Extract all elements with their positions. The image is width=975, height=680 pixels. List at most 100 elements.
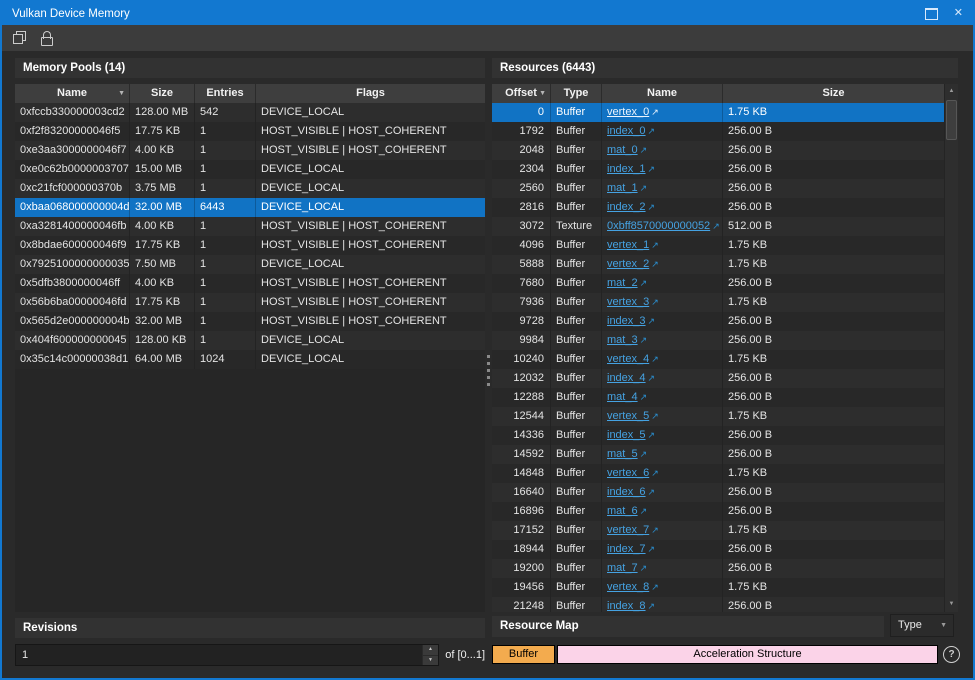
resource-map-segment-buffer[interactable]: Buffer xyxy=(492,645,555,664)
resource-link[interactable]: index_7 xyxy=(607,543,646,555)
resource-link[interactable]: vertex_1 xyxy=(607,239,649,251)
go-to-icon[interactable]: ↗ xyxy=(648,544,656,554)
resource-row[interactable]: 1792Bufferindex_0↗256.00 B xyxy=(492,122,944,141)
resource-link[interactable]: mat_6 xyxy=(607,505,638,517)
resource-row[interactable]: 10240Buffervertex_4↗1.75 KB xyxy=(492,350,944,369)
resource-map-segment-acceleration-structure[interactable]: Acceleration Structure xyxy=(557,645,938,664)
help-icon[interactable]: ? xyxy=(943,646,960,663)
duplicate-view-icon[interactable] xyxy=(11,29,29,47)
panel-splitter-handle[interactable] xyxy=(486,355,491,397)
resource-link[interactable]: vertex_3 xyxy=(607,296,649,308)
title-bar[interactable]: Vulkan Device Memory ✕ xyxy=(2,2,973,25)
resource-row[interactable]: 9728Bufferindex_3↗256.00 B xyxy=(492,312,944,331)
column-header-type[interactable]: Type xyxy=(551,84,602,103)
go-to-icon[interactable]: ↗ xyxy=(651,468,659,478)
memory-pool-row[interactable]: 0x35c14c00000038d164.00 MB1024DEVICE_LOC… xyxy=(15,350,485,369)
go-to-icon[interactable]: ↗ xyxy=(640,335,648,345)
resource-row[interactable]: 9984Buffermat_3↗256.00 B xyxy=(492,331,944,350)
revision-spinbox[interactable]: 1 ▲ ▼ xyxy=(15,644,439,666)
resource-link[interactable]: index_1 xyxy=(607,163,646,175)
column-header-size[interactable]: Size xyxy=(723,84,944,103)
go-to-icon[interactable]: ↗ xyxy=(648,430,656,440)
scrollbar-track[interactable] xyxy=(945,140,958,597)
column-header-flags[interactable]: Flags xyxy=(256,84,485,103)
resource-row[interactable]: 7936Buffervertex_3↗1.75 KB xyxy=(492,293,944,312)
scrollbar-thumb[interactable] xyxy=(946,100,957,140)
memory-pool-row[interactable]: 0x404f600000000045128.00 KB1DEVICE_LOCAL xyxy=(15,331,485,350)
memory-pool-row[interactable]: 0xc21fcf000000370b3.75 MB1DEVICE_LOCAL xyxy=(15,179,485,198)
go-to-icon[interactable]: ↗ xyxy=(640,506,648,516)
resource-link[interactable]: mat_4 xyxy=(607,391,638,403)
resource-row[interactable]: 19456Buffervertex_8↗1.75 KB xyxy=(492,578,944,597)
memory-pool-row[interactable]: 0xe0c62b000000370715.00 MB1DEVICE_LOCAL xyxy=(15,160,485,179)
go-to-icon[interactable]: ↗ xyxy=(648,202,656,212)
memory-pool-row[interactable]: 0x5dfb3800000046ff4.00 KB1HOST_VISIBLE |… xyxy=(15,274,485,293)
column-header-name[interactable]: Name ▼ xyxy=(15,84,130,103)
column-header-name[interactable]: Name xyxy=(602,84,723,103)
go-to-icon[interactable]: ↗ xyxy=(651,107,659,117)
lock-icon[interactable] xyxy=(38,29,56,47)
go-to-icon[interactable]: ↗ xyxy=(651,240,659,250)
go-to-icon[interactable]: ↗ xyxy=(640,183,648,193)
go-to-icon[interactable]: ↗ xyxy=(651,259,659,269)
resource-row[interactable]: 18944Bufferindex_7↗256.00 B xyxy=(492,540,944,559)
resource-link[interactable]: vertex_5 xyxy=(607,410,649,422)
resource-row[interactable]: 12288Buffermat_4↗256.00 B xyxy=(492,388,944,407)
resource-link[interactable]: vertex_0 xyxy=(607,106,649,118)
resource-link[interactable]: index_6 xyxy=(607,486,646,498)
go-to-icon[interactable]: ↗ xyxy=(648,164,656,174)
go-to-icon[interactable]: ↗ xyxy=(712,221,720,231)
go-to-icon[interactable]: ↗ xyxy=(640,449,648,459)
resource-link[interactable]: mat_0 xyxy=(607,144,638,156)
resource-row[interactable]: 3072Texture0xbff8570000000052↗512.00 B xyxy=(492,217,944,236)
resource-row[interactable]: 16640Bufferindex_6↗256.00 B xyxy=(492,483,944,502)
go-to-icon[interactable]: ↗ xyxy=(651,411,659,421)
resource-map-type-dropdown[interactable]: Type ▼ xyxy=(890,614,954,637)
resource-link[interactable]: mat_2 xyxy=(607,277,638,289)
go-to-icon[interactable]: ↗ xyxy=(648,487,656,497)
go-to-icon[interactable]: ↗ xyxy=(648,316,656,326)
resource-link[interactable]: mat_5 xyxy=(607,448,638,460)
resource-row[interactable]: 2560Buffermat_1↗256.00 B xyxy=(492,179,944,198)
resource-link[interactable]: index_5 xyxy=(607,429,646,441)
spin-up-icon[interactable]: ▲ xyxy=(423,645,438,655)
resource-row[interactable]: 0Buffervertex_0↗1.75 KB xyxy=(492,103,944,122)
go-to-icon[interactable]: ↗ xyxy=(648,601,656,611)
column-header-entries[interactable]: Entries xyxy=(195,84,256,103)
resource-link[interactable]: vertex_7 xyxy=(607,524,649,536)
resource-row[interactable]: 2048Buffermat_0↗256.00 B xyxy=(492,141,944,160)
resource-link[interactable]: index_3 xyxy=(607,315,646,327)
resource-row[interactable]: 14848Buffervertex_6↗1.75 KB xyxy=(492,464,944,483)
resource-row[interactable]: 5888Buffervertex_2↗1.75 KB xyxy=(492,255,944,274)
memory-pool-row[interactable]: 0x79251000000000357.50 MB1DEVICE_LOCAL xyxy=(15,255,485,274)
memory-pool-row[interactable]: 0xf2f83200000046f517.75 KB1HOST_VISIBLE … xyxy=(15,122,485,141)
resource-row[interactable]: 14336Bufferindex_5↗256.00 B xyxy=(492,426,944,445)
go-to-icon[interactable]: ↗ xyxy=(651,297,659,307)
resource-link[interactable]: 0xbff8570000000052 xyxy=(607,220,710,232)
resource-row[interactable]: 16896Buffermat_6↗256.00 B xyxy=(492,502,944,521)
resources-scrollbar[interactable]: ▲ ▼ xyxy=(944,84,958,612)
resource-link[interactable]: index_8 xyxy=(607,600,646,612)
resource-row[interactable]: 7680Buffermat_2↗256.00 B xyxy=(492,274,944,293)
restore-icon[interactable] xyxy=(925,8,938,20)
column-header-size[interactable]: Size xyxy=(130,84,195,103)
go-to-icon[interactable]: ↗ xyxy=(651,354,659,364)
go-to-icon[interactable]: ↗ xyxy=(640,278,648,288)
resource-row[interactable]: 17152Buffervertex_7↗1.75 KB xyxy=(492,521,944,540)
column-header-offset[interactable]: Offset ▼ xyxy=(492,84,551,103)
memory-pool-row[interactable]: 0x8bdae600000046f917.75 KB1HOST_VISIBLE … xyxy=(15,236,485,255)
resource-link[interactable]: mat_7 xyxy=(607,562,638,574)
resource-link[interactable]: vertex_4 xyxy=(607,353,649,365)
memory-pool-row[interactable]: 0xbaa068000000004d32.00 MB6443DEVICE_LOC… xyxy=(15,198,485,217)
memory-pool-row[interactable]: 0xfccb330000003cd2128.00 MB542DEVICE_LOC… xyxy=(15,103,485,122)
resource-row[interactable]: 2304Bufferindex_1↗256.00 B xyxy=(492,160,944,179)
scroll-up-icon[interactable]: ▲ xyxy=(945,84,958,99)
resource-link[interactable]: vertex_8 xyxy=(607,581,649,593)
resource-row[interactable]: 4096Buffervertex_1↗1.75 KB xyxy=(492,236,944,255)
spin-down-icon[interactable]: ▼ xyxy=(423,655,438,666)
resource-link[interactable]: mat_1 xyxy=(607,182,638,194)
go-to-icon[interactable]: ↗ xyxy=(648,126,656,136)
go-to-icon[interactable]: ↗ xyxy=(648,373,656,383)
revision-value[interactable]: 1 xyxy=(16,645,422,665)
memory-pool-row[interactable]: 0xa3281400000046fb4.00 KB1HOST_VISIBLE |… xyxy=(15,217,485,236)
